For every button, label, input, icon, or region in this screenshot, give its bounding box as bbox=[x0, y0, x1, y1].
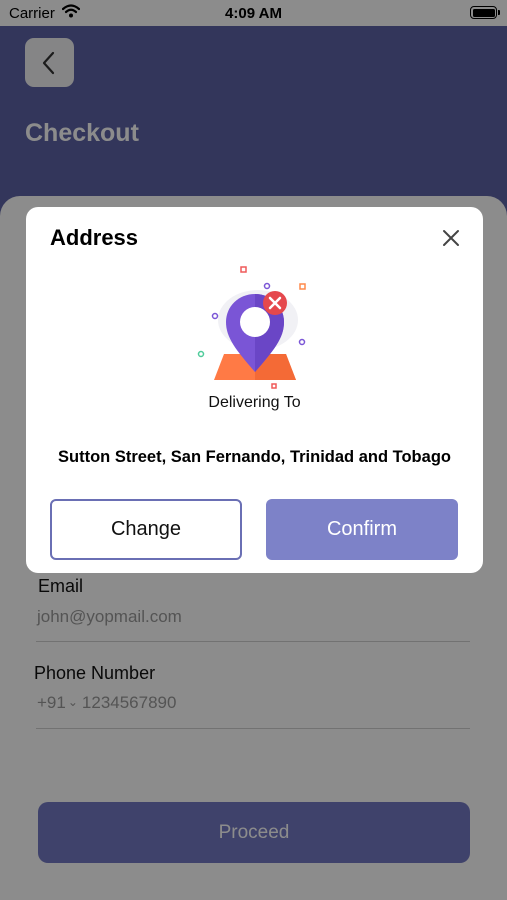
modal-title: Address bbox=[50, 225, 139, 250]
delivering-to-label: Delivering To bbox=[208, 394, 301, 411]
location-pin-icon bbox=[197, 266, 306, 389]
confirm-button[interactable]: Confirm bbox=[266, 499, 458, 560]
delivery-address: Sutton Street, San Fernando, Trinidad an… bbox=[58, 448, 451, 466]
address-modal: Address Delivering To Sutton Street, San… bbox=[26, 207, 483, 573]
change-button[interactable]: Change bbox=[50, 499, 242, 560]
close-icon[interactable] bbox=[440, 227, 462, 249]
